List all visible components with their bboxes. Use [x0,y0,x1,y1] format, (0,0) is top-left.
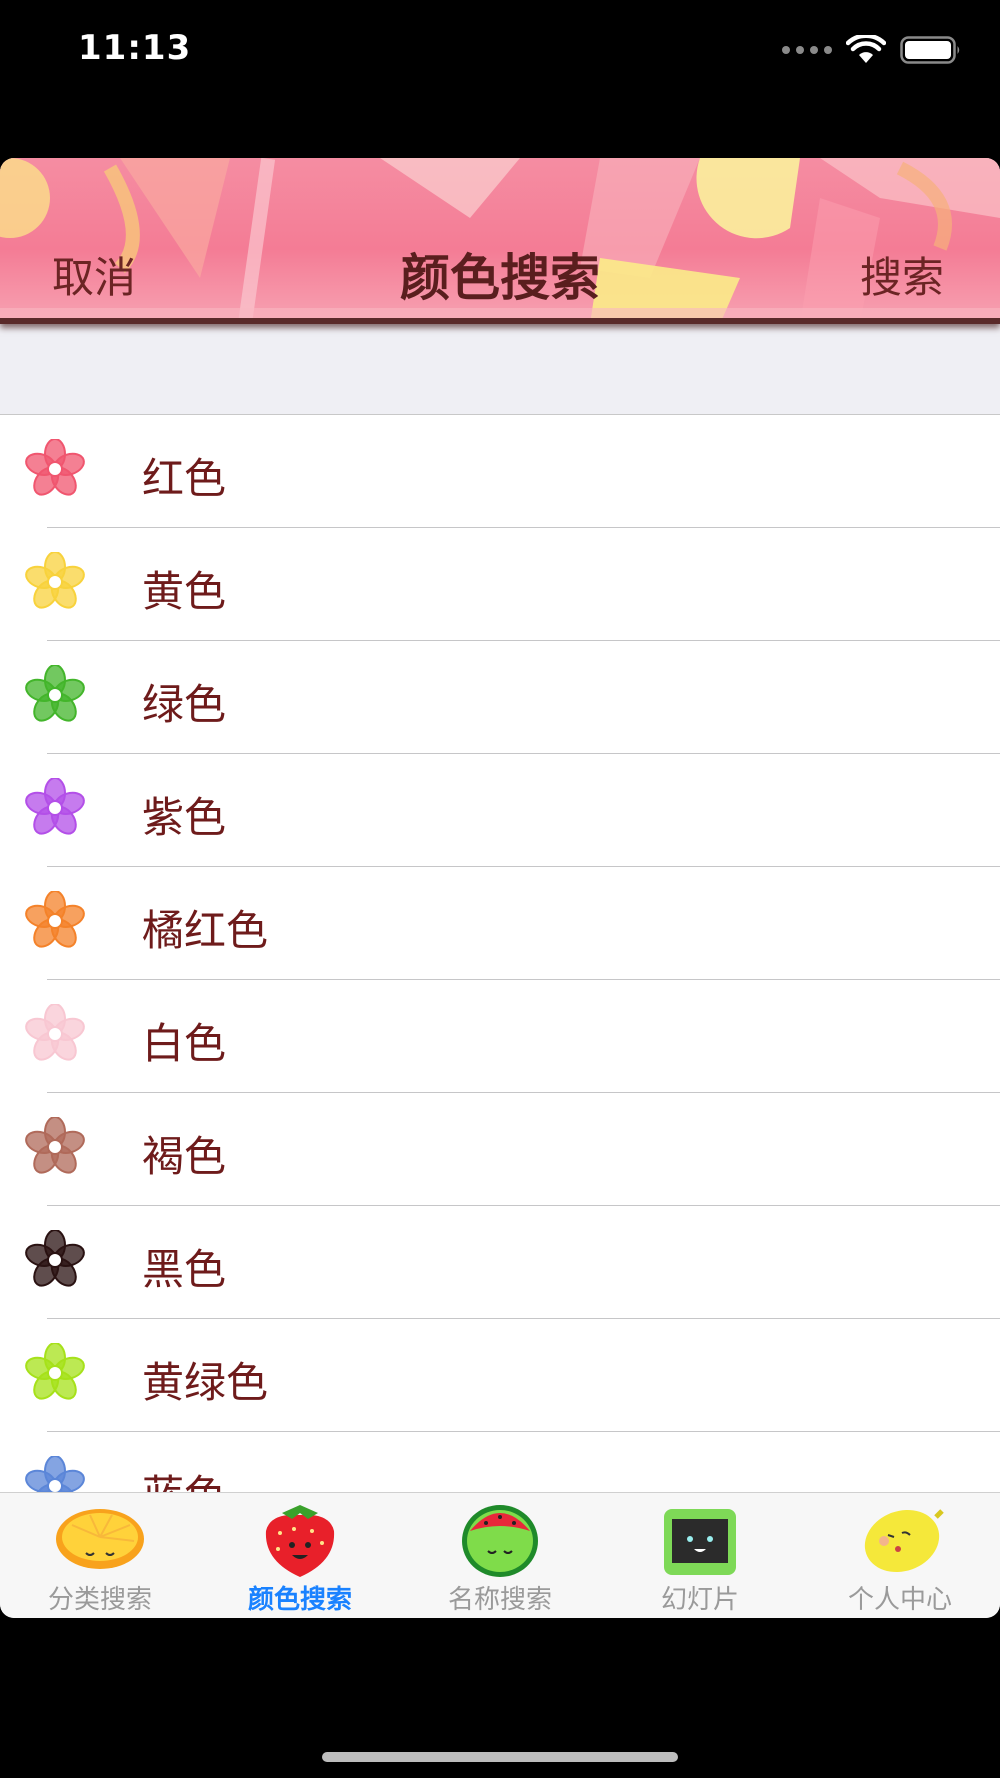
orange-slice-icon [56,1509,144,1569]
tab-label: 分类搜索 [47,1585,152,1615]
watermelon-icon [462,1505,538,1577]
list-item[interactable]: 白色 [0,980,1000,1093]
tab-label: 名称搜索 [447,1585,552,1615]
list-item[interactable]: 黑色 [0,1206,1000,1319]
list-item-label: 绿色 [142,680,227,729]
list-item[interactable]: 红色 [0,415,1000,528]
list-item[interactable]: 绿色 [0,641,1000,754]
list-item[interactable]: 黄色 [0,528,1000,641]
brown-flower-icon [25,1117,85,1174]
tab-lemon[interactable]: 个人中心 [800,1493,1000,1618]
list-item[interactable]: 紫色 [0,754,1000,867]
status-bar: 11:13 [0,0,1000,100]
list-item-label: 紫色 [142,793,227,842]
tab-label: 个人中心 [847,1585,952,1615]
list-item-label: 橘红色 [142,906,269,955]
purple-flower-icon [25,778,85,835]
search-button[interactable]: 搜索 [860,244,944,305]
orange-flower-icon [25,891,85,948]
list-item-label: 褐色 [142,1132,227,1181]
navigation-header: 取消 颜色搜索 搜索 [0,158,1000,324]
list-item[interactable]: 褐色 [0,1093,1000,1206]
tab-orange-slice[interactable]: 分类搜索 [0,1493,200,1618]
tab-bar: 分类搜索 颜色搜索 名称搜索 幻灯片 个人中心 [0,1492,1000,1618]
yellowgreen-flower-icon [25,1343,85,1400]
list-item-label: 黑色 [142,1245,227,1294]
list-item-label: 白色 [142,1019,227,1068]
color-list: 红色 黄色 绿色 紫色 橘红色 白色 褐色 黑色 黄绿色 蓝色 [0,414,1000,1492]
cellular-signal-icon [782,46,832,54]
list-item-label: 红色 [142,454,227,503]
lemon-icon [864,1509,944,1573]
black-flower-icon [25,1230,85,1287]
status-icons [782,34,962,66]
wifi-icon [846,35,886,63]
yellow-flower-icon [25,552,85,609]
list-item[interactable]: 橘红色 [0,867,1000,980]
tab-watermelon[interactable]: 名称搜索 [400,1493,600,1618]
status-time: 11:13 [78,28,192,68]
list-item-label: 蓝色 [142,1462,226,1492]
red-flower-icon [25,439,85,496]
home-indicator [322,1752,678,1762]
battery-icon [900,36,960,64]
white-flower-icon [25,1004,85,1061]
page-title: 颜色搜索 [400,249,600,307]
tab-label: 幻灯片 [660,1585,739,1615]
green-flower-icon [25,665,85,722]
list-item[interactable]: 蓝色 [0,1432,1000,1492]
list-item[interactable]: 黄绿色 [0,1319,1000,1432]
tv-icon [664,1509,736,1575]
blue-flower-icon [25,1456,85,1492]
tab-label: 颜色搜索 [247,1585,352,1615]
tab-tv[interactable]: 幻灯片 [600,1493,800,1618]
header-divider [0,318,1000,324]
app-window: 取消 颜色搜索 搜索 红色 黄色 绿色 紫色 橘红色 白色 褐色 黑色 黄绿色 … [0,158,1000,1618]
tab-strawberry[interactable]: 颜色搜索 [200,1493,400,1618]
strawberry-icon [265,1505,335,1577]
list-item-label: 黄色 [142,567,227,616]
list-item-label: 黄绿色 [142,1358,269,1407]
